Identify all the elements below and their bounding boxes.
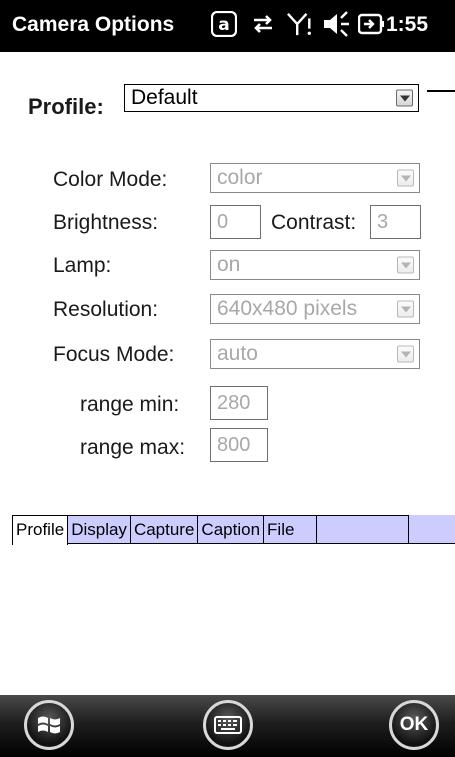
- chevron-down-icon[interactable]: [397, 300, 414, 318]
- ok-button[interactable]: OK: [389, 700, 439, 750]
- range-min-label: range min:: [80, 393, 180, 416]
- at-sign-icon[interactable]: a: [211, 11, 237, 37]
- speaker-icon[interactable]: [322, 11, 352, 37]
- profile-dropdown[interactable]: Default: [124, 84, 419, 112]
- keyboard-button[interactable]: [203, 700, 253, 750]
- range-max-field[interactable]: 800: [210, 428, 268, 462]
- chevron-down-icon[interactable]: [396, 89, 413, 107]
- lamp-value: on: [217, 253, 241, 276]
- range-max-label: range max:: [80, 436, 186, 459]
- color-mode-dropdown[interactable]: color: [210, 163, 420, 193]
- callout-pointer-line: [427, 90, 455, 92]
- focus-mode-dropdown[interactable]: auto: [210, 339, 420, 369]
- resolution-value: 640x480 pixels: [217, 297, 358, 320]
- tab-caption[interactable]: Caption: [198, 515, 265, 544]
- keyboard-icon: [214, 716, 242, 734]
- status-bar: Camera Options a 1:55: [0, 0, 455, 52]
- tab-capture[interactable]: Capture: [130, 515, 199, 544]
- profile-value: Default: [131, 86, 198, 109]
- battery-icon[interactable]: [358, 11, 384, 37]
- focus-mode-label: Focus Mode:: [53, 343, 175, 366]
- resolution-label: Resolution:: [53, 298, 159, 321]
- brightness-field[interactable]: 0: [210, 205, 261, 239]
- color-mode-value: color: [217, 166, 263, 189]
- data-sync-icon[interactable]: [250, 11, 276, 37]
- color-mode-label: Color Mode:: [53, 168, 168, 191]
- app-title: Camera Options: [12, 13, 175, 36]
- chevron-down-icon[interactable]: [397, 345, 414, 363]
- focus-mode-value: auto: [217, 342, 258, 365]
- contrast-label: Contrast:: [271, 211, 357, 234]
- windows-start-icon: [38, 716, 60, 734]
- chevron-down-icon[interactable]: [397, 256, 414, 274]
- lamp-dropdown[interactable]: on: [210, 250, 420, 280]
- tab-empty-slot: [317, 515, 410, 544]
- tab-display[interactable]: Display: [68, 515, 131, 544]
- tab-file[interactable]: File: [264, 515, 318, 544]
- windows-start-button[interactable]: [24, 700, 74, 750]
- tab-profile[interactable]: Profile: [12, 515, 69, 545]
- svg-text:a: a: [218, 15, 229, 35]
- clock-time[interactable]: 1:55: [386, 13, 428, 37]
- brightness-label: Brightness:: [53, 211, 159, 234]
- range-min-field[interactable]: 280: [210, 386, 268, 420]
- signal-icon[interactable]: [285, 11, 315, 37]
- resolution-dropdown[interactable]: 640x480 pixels: [210, 294, 420, 324]
- contrast-field[interactable]: 3: [370, 205, 421, 239]
- tab-row: Profile Display Capture Caption File: [12, 515, 410, 545]
- profile-label: Profile:: [28, 94, 104, 119]
- chevron-down-icon[interactable]: [397, 169, 414, 187]
- lamp-label: Lamp:: [53, 254, 112, 277]
